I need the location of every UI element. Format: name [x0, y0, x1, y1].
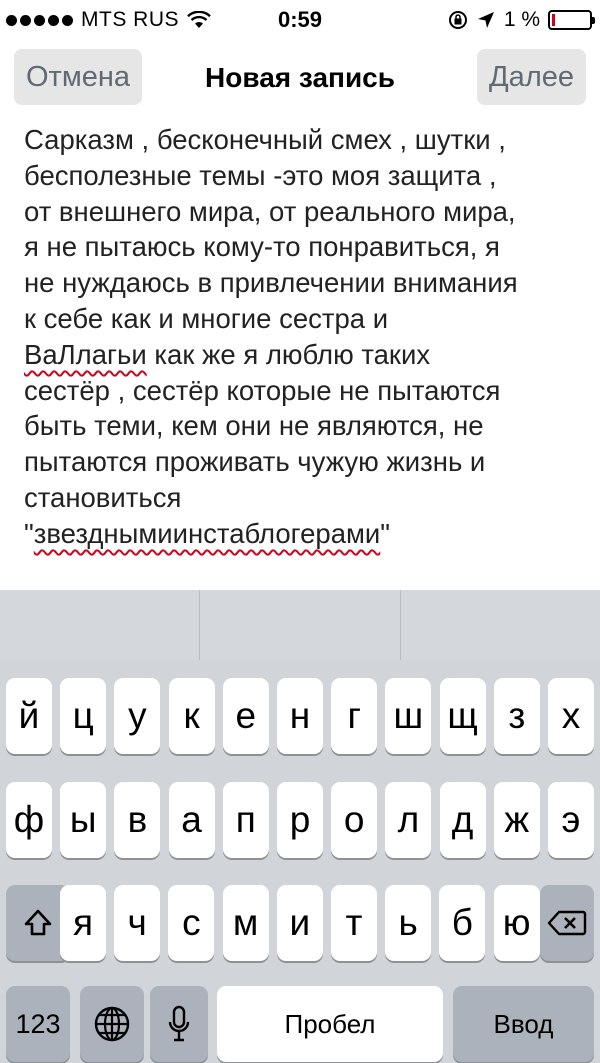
post-text[interactable]: Сарказм , бесконечный смех , шутки , бес…: [24, 122, 584, 552]
key-р[interactable]: р: [277, 782, 323, 858]
key-л[interactable]: л: [385, 782, 432, 858]
key-е[interactable]: е: [222, 678, 269, 754]
battery-icon: [548, 10, 595, 30]
globe-icon: [94, 1006, 130, 1042]
backspace-key[interactable]: [540, 885, 594, 961]
key-г[interactable]: г: [331, 678, 378, 754]
backspace-icon: [547, 910, 587, 936]
misspelled-word[interactable]: ВаЛлагьи: [24, 339, 147, 370]
space-key[interactable]: Пробел: [217, 986, 443, 1062]
numbers-key[interactable]: 123: [6, 986, 70, 1062]
key-ш[interactable]: ш: [385, 678, 432, 754]
microphone-icon: [168, 1005, 190, 1042]
key-к[interactable]: к: [168, 678, 215, 754]
misspelled-word[interactable]: звезднымиинстаблогерами: [34, 518, 381, 549]
status-right: 1 %: [448, 8, 595, 32]
key-з[interactable]: з: [493, 678, 540, 754]
text-segment: ": [380, 517, 391, 549]
key-ы[interactable]: ы: [60, 782, 107, 858]
key-х[interactable]: х: [548, 678, 594, 754]
key-ф[interactable]: ф: [6, 782, 52, 858]
key-м[interactable]: м: [222, 885, 269, 961]
next-button[interactable]: Далее: [477, 49, 586, 105]
key-э[interactable]: э: [548, 782, 594, 858]
key-ю[interactable]: ю: [493, 885, 540, 961]
shift-icon: [24, 909, 52, 936]
key-и[interactable]: и: [276, 885, 323, 961]
post-text-editor[interactable]: Сарказм , бесконечный смех , шутки , бес…: [0, 110, 600, 590]
battery-percent: 1 %: [503, 8, 540, 31]
suggestion-divider: [199, 590, 200, 660]
key-я[interactable]: я: [60, 885, 106, 961]
suggestion-divider: [400, 590, 401, 660]
keyboard: й ц у к е н г ш щ з х ф ы в а п р о л д ж э я ч с м и т ь б ю 123 Пробел…: [0, 590, 600, 1063]
globe-key[interactable]: [80, 986, 144, 1062]
key-т[interactable]: т: [331, 885, 377, 961]
key-д[interactable]: д: [439, 782, 486, 858]
navigation-bar: Отмена Новая запись Далее: [0, 40, 600, 120]
key-б[interactable]: б: [439, 885, 486, 961]
key-с[interactable]: с: [168, 885, 215, 961]
key-п[interactable]: п: [222, 782, 269, 858]
key-ь[interactable]: ь: [385, 885, 432, 961]
microphone-key[interactable]: [150, 986, 208, 1062]
status-bar: MTS RUS 0:59 1 %: [0, 0, 600, 40]
key-щ[interactable]: щ: [439, 678, 486, 754]
predictive-suggestion-bar[interactable]: [0, 590, 600, 660]
key-й[interactable]: й: [6, 678, 52, 754]
text-segment: Сарказм , бесконечный смех , шутки , бес…: [24, 124, 518, 334]
location-arrow-icon: [477, 12, 494, 28]
key-в[interactable]: в: [114, 782, 161, 858]
key-ц[interactable]: ц: [60, 678, 107, 754]
key-о[interactable]: о: [331, 782, 378, 858]
key-н[interactable]: н: [277, 678, 323, 754]
key-ж[interactable]: ж: [493, 782, 540, 858]
key-у[interactable]: у: [114, 678, 161, 754]
return-key[interactable]: Ввод: [453, 986, 594, 1062]
screen: MTS RUS 0:59 1 % Отмена Новая запись Дал…: [0, 0, 600, 1063]
key-а[interactable]: а: [168, 782, 215, 858]
key-ч[interactable]: ч: [114, 885, 161, 961]
rotation-lock-icon: [448, 11, 467, 29]
